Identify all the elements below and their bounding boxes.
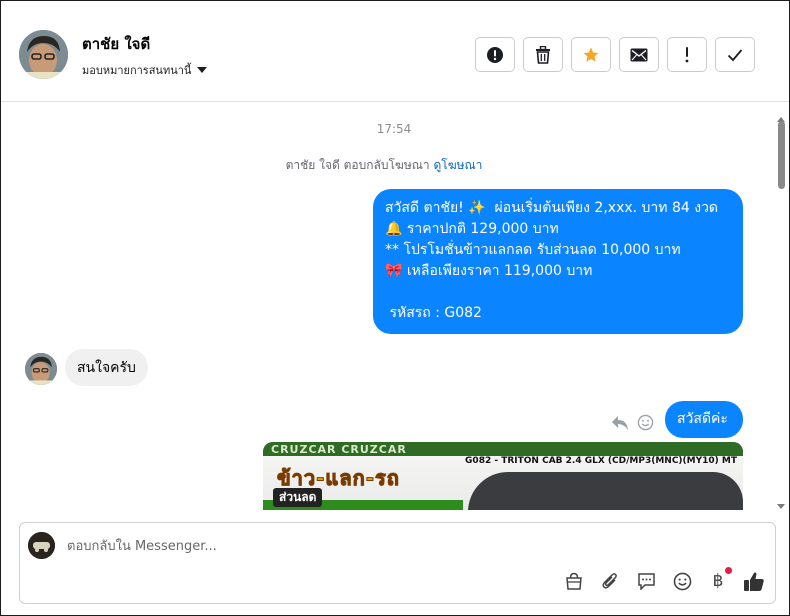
star-icon (583, 47, 599, 62)
smiley-icon (673, 572, 691, 590)
reply-icon[interactable] (611, 415, 629, 431)
notification-dot (725, 567, 732, 574)
baht-icon: ฿ (712, 571, 724, 591)
paperclip-icon (602, 573, 617, 589)
scroll-down-arrow-icon[interactable] (777, 504, 785, 509)
timestamp: 17:54 (376, 122, 412, 136)
message-hover-actions (611, 414, 654, 431)
shopping-bag-icon (566, 572, 582, 590)
envelope-icon (630, 48, 648, 61)
ad-reply-notice: ตาชัย ใจดี ตอบกลับโฆษณา ดูโฆษณา (1, 156, 767, 175)
incoming-message[interactable]: สนใจครับ (65, 349, 148, 386)
message-line (385, 282, 731, 303)
message-line: สวัสดี ตาชัย! ✨ ผ่อนเริ่มต้นเพียง 2,xxx.… (385, 200, 719, 216)
emoji-button[interactable] (671, 570, 693, 592)
reply-composer: ฿ (19, 522, 776, 604)
star-button[interactable] (571, 37, 611, 72)
sender-avatar[interactable] (25, 353, 57, 385)
speech-bubble-icon (637, 573, 655, 590)
spam-button[interactable] (475, 37, 515, 72)
outgoing-message[interactable]: สวัสดีค่ะ (665, 401, 743, 438)
conversation-window: ตาชัย ใจดี มอบหมายการสนทนานี้ 17:54 ตาชั… (0, 0, 790, 616)
thumbs-up-icon (744, 571, 764, 591)
shop-button[interactable] (563, 570, 585, 592)
message-thread[interactable]: 17:54 ตาชัย ใจดี ตอบกลับโฆษณา ดูโฆษณา สว… (1, 102, 789, 510)
smiley-icon[interactable] (637, 414, 654, 431)
contact-name: ตาชัย ใจดี (82, 35, 151, 53)
mark-done-button[interactable] (715, 37, 755, 72)
outgoing-message[interactable]: สวัสดี ตาชัย! ✨ ผ่อนเริ่มต้นเพียง 2,xxx.… (373, 189, 743, 334)
avatar[interactable] (19, 30, 68, 79)
composer-tools: ฿ (563, 567, 765, 592)
reply-input[interactable] (67, 535, 727, 557)
header-actions (475, 37, 755, 72)
check-icon (727, 48, 743, 61)
attach-button[interactable] (599, 570, 621, 592)
like-button[interactable] (743, 570, 765, 592)
image-code-text: G082 - TRITON CAB 2.4 GLX (CD/MP3(MNC)(M… (465, 456, 737, 466)
conversation-header: ตาชัย ใจดี มอบหมายการสนทนานี้ (1, 1, 789, 102)
caret-down-icon (197, 67, 208, 73)
scroll-thumb[interactable] (778, 121, 785, 189)
page-avatar (28, 532, 55, 559)
mark-unread-button[interactable] (619, 37, 659, 72)
message-line: 🔔 ราคาปกติ 129,000 บาท (385, 221, 559, 237)
message-line: ** โปรโมชั่นข้าวแลกลด รับส่วนลด 10,000 บ… (385, 242, 681, 258)
image-attachment[interactable]: CRUZCAR CRUZCAR G082 - TRITON CAB 2.4 GL… (263, 442, 743, 510)
assign-label: มอบหมายการสนทนานี้ (82, 64, 192, 77)
message-line: 🎀 เหลือเพียงราคา 119,000 บาท (385, 263, 593, 279)
trash-icon (536, 45, 550, 64)
exclamation-icon (685, 46, 689, 62)
ad-reply-text: ตาชัย ใจดี ตอบกลับโฆษณา (285, 158, 430, 172)
delete-button[interactable] (523, 37, 563, 72)
payment-button[interactable]: ฿ (707, 567, 732, 592)
thread-scrollbar[interactable] (777, 117, 786, 509)
message-line: รหัสรถ : G082 (385, 305, 482, 321)
car-image (468, 472, 743, 510)
follow-up-button[interactable] (667, 37, 707, 72)
assign-conversation-dropdown[interactable]: มอบหมายการสนทนานี้ (82, 61, 208, 79)
saved-replies-button[interactable] (635, 570, 657, 592)
image-subtext: ส่วนลด (273, 488, 323, 507)
exclamation-circle-icon (487, 46, 503, 63)
view-ad-link[interactable]: ดูโฆษณา (433, 158, 482, 172)
